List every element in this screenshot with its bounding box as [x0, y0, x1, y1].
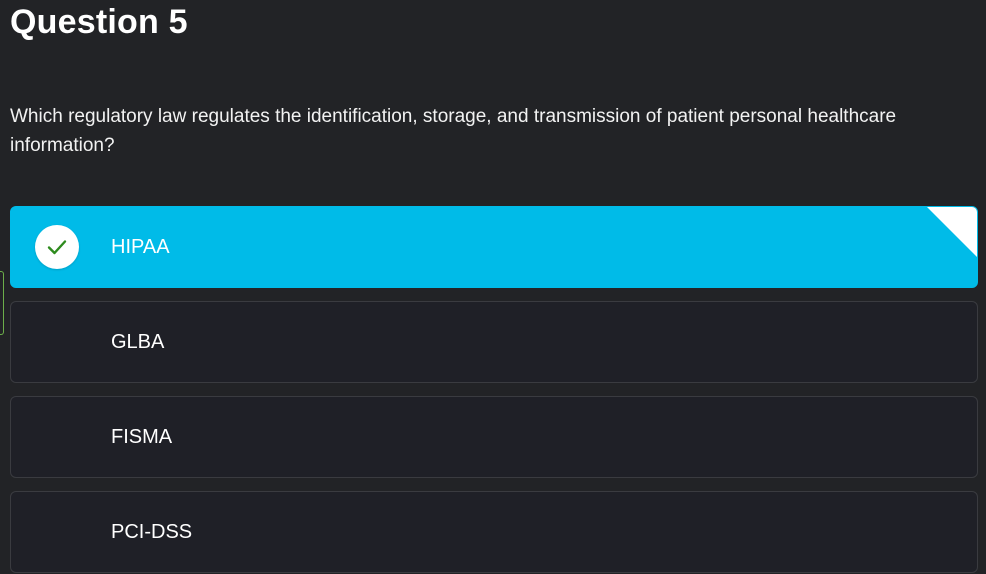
answer-option-label: GLBA [111, 331, 165, 353]
answer-option-glba[interactable]: GLBA [10, 301, 978, 383]
answer-options: HIPAA GLBA FISMA PCI-DSS [10, 206, 978, 574]
side-panel-handle[interactable] [0, 271, 4, 335]
answer-option-fisma[interactable]: FISMA [10, 396, 978, 478]
question-text: Which regulatory law regulates the ident… [10, 106, 897, 156]
check-icon [35, 225, 79, 269]
answer-option-pci-dss[interactable]: PCI-DSS [10, 491, 978, 573]
quiz-page: Question 5 Which regulatory law regulate… [0, 0, 986, 574]
answer-option-label: HIPAA [111, 236, 170, 258]
answer-option-label: FISMA [111, 426, 173, 448]
answer-option-hipaa[interactable]: HIPAA [10, 206, 978, 288]
question-title: Question 5 [10, 3, 188, 41]
answer-option-label: PCI-DSS [111, 521, 193, 543]
selected-corner-flag [927, 207, 977, 257]
